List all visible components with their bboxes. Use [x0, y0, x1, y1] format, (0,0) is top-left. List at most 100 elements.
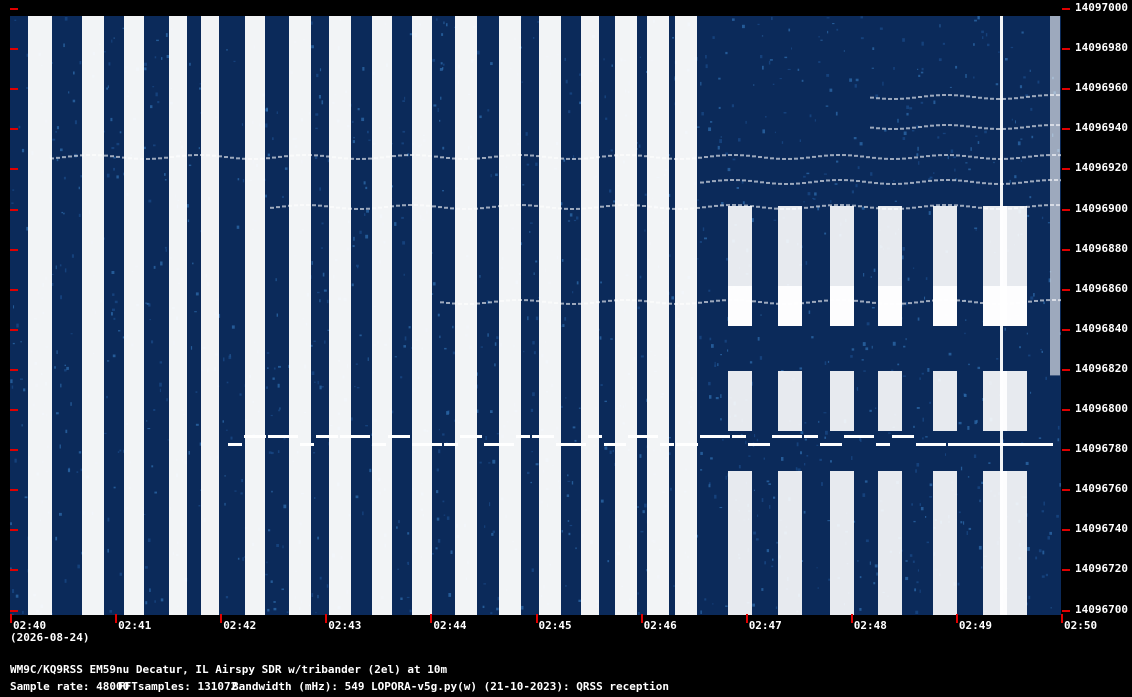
- drift-trace: [836, 299, 840, 302]
- drift-trace: [906, 97, 910, 100]
- drift-trace: [1058, 299, 1061, 302]
- drift-trace: [792, 207, 796, 210]
- freq-tick: [10, 88, 18, 91]
- drift-trace: [450, 207, 454, 210]
- drift-trace: [974, 301, 978, 304]
- signal-band: [245, 16, 265, 615]
- drift-trace: [1006, 182, 1010, 185]
- drift-trace: [912, 206, 916, 209]
- drift-trace: [876, 127, 880, 130]
- drift-trace: [744, 204, 748, 207]
- drift-trace: [918, 95, 922, 98]
- drift-trace: [1056, 94, 1060, 97]
- freq-label: 14096720: [1075, 562, 1128, 576]
- drift-trace: [1008, 97, 1012, 100]
- drift-trace: [994, 182, 998, 185]
- drift-trace: [1036, 179, 1040, 182]
- drift-trace: [924, 125, 928, 128]
- drift-trace: [392, 155, 396, 158]
- drift-trace: [1032, 125, 1036, 128]
- drift-trace: [546, 206, 550, 209]
- drift-trace: [386, 155, 390, 158]
- drift-trace: [990, 127, 994, 130]
- freq-label: 14096800: [1075, 402, 1128, 415]
- drift-trace: [1056, 124, 1060, 127]
- drift-trace: [852, 204, 856, 207]
- drift-trace: [838, 179, 842, 182]
- drift-trace: [1002, 207, 1006, 210]
- drift-trace: [712, 180, 716, 183]
- drift-trace: [572, 302, 576, 305]
- drift-trace: [648, 205, 652, 208]
- drift-trace: [790, 182, 794, 185]
- drift-trace: [1010, 302, 1014, 305]
- drift-trace: [842, 299, 846, 302]
- qrss-trace: [844, 435, 874, 438]
- drift-trace: [702, 206, 706, 209]
- freq-label: 14096840: [1075, 321, 1128, 335]
- drift-trace: [962, 299, 966, 302]
- signal-pulse: [728, 471, 752, 615]
- drift-trace: [1038, 204, 1042, 207]
- noise-layer: [10, 16, 1061, 615]
- drift-trace: [866, 156, 870, 159]
- drift-trace: [958, 179, 962, 182]
- drift-trace: [584, 157, 588, 160]
- drift-trace: [884, 157, 888, 160]
- drift-trace: [820, 180, 824, 183]
- signal-pulse: [933, 471, 957, 615]
- drift-trace: [620, 154, 624, 157]
- qrss-trace: [772, 435, 802, 438]
- qrss-trace: [948, 443, 1053, 446]
- drift-trace: [786, 207, 790, 210]
- drift-trace: [1020, 206, 1024, 209]
- drift-trace: [606, 205, 610, 208]
- drift-trace: [932, 299, 936, 302]
- drift-trace: [854, 299, 858, 302]
- drift-trace: [822, 204, 826, 207]
- drift-trace: [912, 126, 916, 129]
- drift-trace: [836, 154, 840, 157]
- drift-trace: [1018, 181, 1022, 184]
- qrss-trace: [556, 443, 586, 446]
- drift-trace: [1020, 126, 1024, 129]
- drift-trace: [730, 179, 734, 182]
- drift-trace: [980, 301, 984, 304]
- freq-tick: [1062, 128, 1070, 131]
- drift-trace: [804, 206, 808, 209]
- drift-trace: [318, 204, 322, 207]
- signal-band: [499, 16, 521, 615]
- signal-band: [581, 16, 599, 615]
- drift-trace: [1002, 127, 1006, 130]
- drift-trace: [978, 206, 982, 209]
- drift-trace: [714, 204, 718, 207]
- drift-trace: [614, 154, 618, 157]
- drift-trace: [990, 207, 994, 210]
- drift-trace: [476, 302, 480, 305]
- time-label: 02:48: [853, 619, 887, 632]
- drift-trace: [748, 179, 752, 182]
- signal-pulse: [878, 371, 902, 431]
- drift-trace: [438, 206, 442, 209]
- drift-trace: [984, 127, 988, 130]
- drift-trace: [620, 299, 624, 302]
- qrss-trace: [244, 435, 266, 438]
- freq-tick: [1062, 609, 1070, 612]
- drift-trace: [966, 205, 970, 208]
- qrss-trace: [340, 435, 370, 438]
- drift-trace: [396, 204, 400, 207]
- drift-trace: [158, 157, 162, 160]
- signal-band: [329, 16, 351, 615]
- freq-tick: [1062, 529, 1070, 532]
- drift-trace: [788, 302, 792, 305]
- drift-trace: [1052, 299, 1056, 302]
- drift-trace: [750, 205, 754, 208]
- drift-trace: [992, 157, 996, 160]
- drift-trace: [510, 204, 514, 207]
- drift-trace: [260, 157, 264, 160]
- drift-trace: [404, 154, 408, 157]
- drift-trace: [384, 205, 388, 208]
- drift-trace: [774, 207, 778, 210]
- drift-trace: [654, 206, 658, 209]
- drift-trace: [686, 302, 690, 305]
